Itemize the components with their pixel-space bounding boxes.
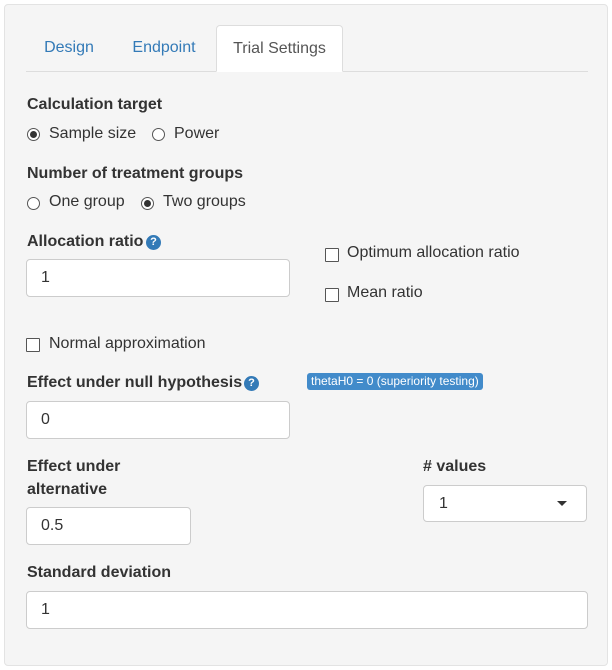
mean-ratio-checkbox[interactable] [325,288,339,302]
radio-two-groups-label[interactable]: Two groups [163,193,246,211]
effect-null-input[interactable]: 0 [26,401,290,439]
radio-two-groups[interactable] [141,197,154,210]
num-values-select[interactable]: 1 [423,485,587,522]
radio-sample-size-label[interactable]: Sample size [49,125,136,143]
allocation-ratio-input[interactable]: 1 [26,259,290,297]
calculation-target-label: Calculation target [27,96,163,113]
radio-power[interactable] [152,128,165,141]
allocation-ratio-label: Allocation ratio [27,233,144,250]
radio-sample-size[interactable] [27,128,40,141]
tab-endpoint[interactable]: Endpoint [112,25,216,71]
num-values-selected: 1 [439,495,448,512]
standard-deviation-label: Standard deviation [27,564,172,581]
radio-one-group[interactable] [27,197,40,210]
normal-approximation-label[interactable]: Normal approximation [49,335,206,353]
num-values-label: # values [423,458,487,475]
standard-deviation-input[interactable]: 1 [26,591,588,629]
help-icon[interactable]: ? [146,235,161,250]
normal-approximation-checkbox[interactable] [26,338,40,352]
mean-ratio-label[interactable]: Mean ratio [347,284,423,302]
radio-power-label[interactable]: Power [174,125,219,143]
effect-alternative-label-line1: Effect under [27,458,121,475]
optimum-allocation-checkbox[interactable] [325,248,339,262]
tab-trial-settings[interactable]: Trial Settings [216,25,343,72]
effect-alternative-label-line2: alternative [27,481,108,498]
optimum-allocation-label[interactable]: Optimum allocation ratio [347,244,520,262]
chevron-down-icon [557,501,567,506]
tab-bar: Design Endpoint Trial Settings [26,25,588,72]
effect-null-label: Effect under null hypothesis [27,374,243,391]
help-icon[interactable]: ? [244,376,259,391]
effect-alternative-input[interactable]: 0.5 [26,507,191,545]
treatment-groups-label: Number of treatment groups [27,165,244,182]
superiority-badge: thetaH0 = 0 (superiority testing) [307,373,483,390]
radio-one-group-label[interactable]: One group [49,193,125,211]
tab-design[interactable]: Design [26,25,112,71]
